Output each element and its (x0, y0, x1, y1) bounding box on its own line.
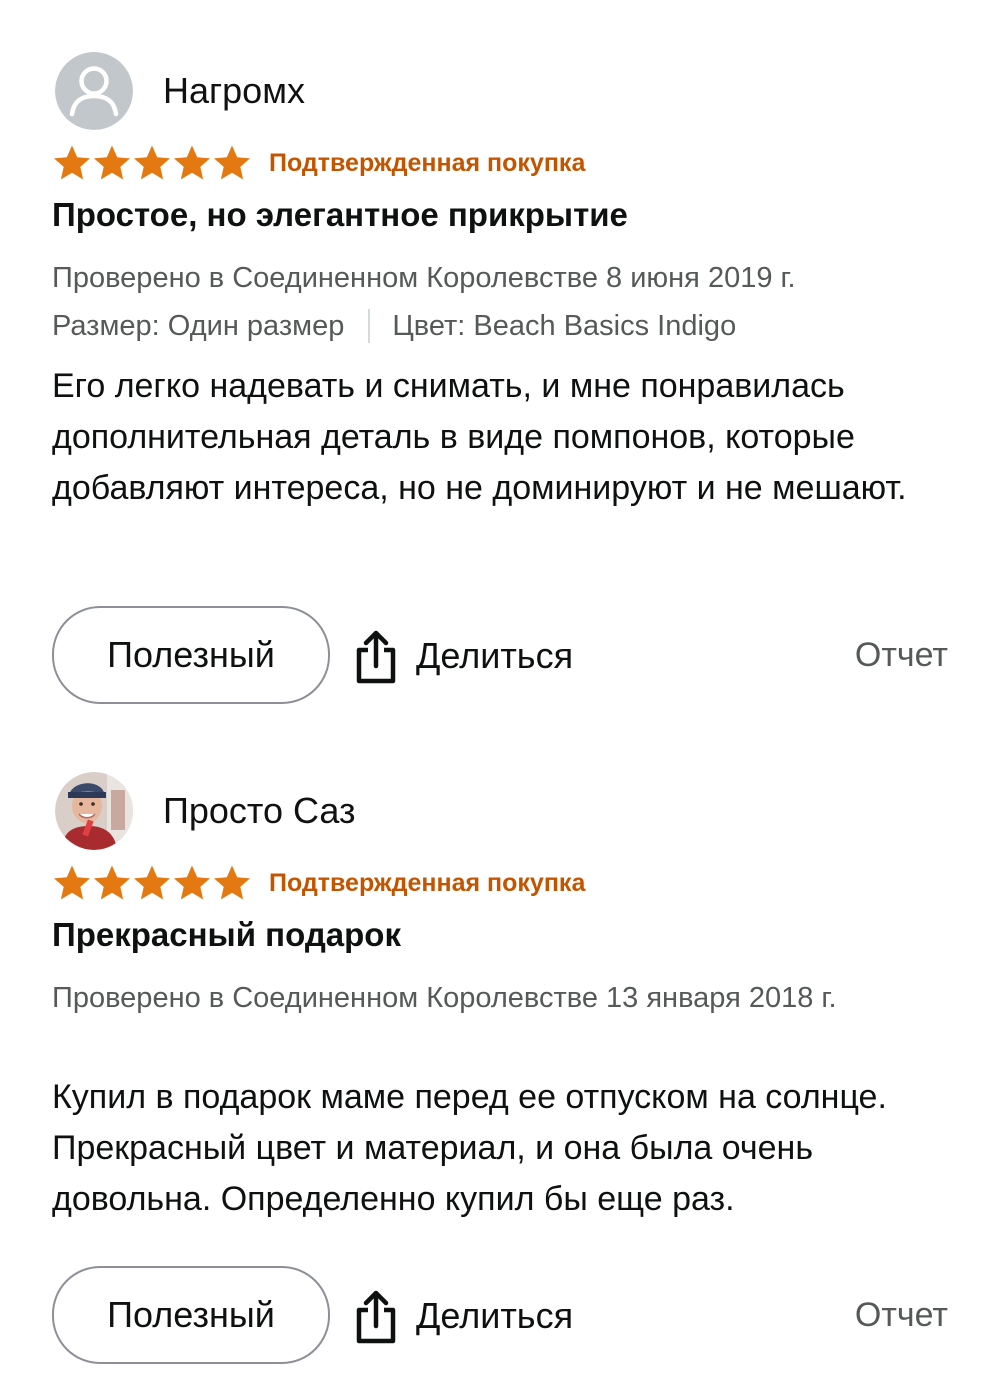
reviewer-name[interactable]: Нагромх (163, 70, 305, 112)
review-body: Его легко надевать и снимать, и мне понр… (52, 367, 907, 507)
star-icon (52, 143, 92, 183)
product-variant: Размер: Один размер Цвет: Beach Basics I… (52, 304, 736, 348)
report-link[interactable]: Отчет (855, 1296, 948, 1335)
default-avatar-icon (55, 52, 133, 130)
review-actions: Полезный Делиться Отчет (52, 1266, 948, 1364)
helpful-button[interactable]: Полезный (52, 606, 330, 704)
share-icon (354, 628, 398, 684)
review-date: Проверено в Соединенном Королевстве 13 я… (52, 982, 837, 1014)
star-icon (212, 143, 252, 183)
share-label: Делиться (416, 1295, 574, 1336)
share-button[interactable]: Делиться (354, 626, 573, 686)
star-rating[interactable] (52, 863, 252, 903)
review-title: Простое, но элегантное прикрытие (52, 196, 628, 233)
report-link[interactable]: Отчет (855, 636, 948, 675)
review-actions: Полезный Делиться Отчет (52, 606, 948, 704)
reviewer-profile[interactable]: Просто Саз (55, 771, 356, 851)
variant-color: Цвет: Beach Basics Indigo (392, 309, 737, 342)
review-body: Купил в подарок маме перед ее отпуском н… (52, 1078, 887, 1218)
star-icon (172, 143, 212, 183)
reviewer-profile[interactable]: Нагромх (55, 51, 305, 131)
star-icon (52, 863, 92, 903)
variant-size: Размер: Один размер (52, 309, 345, 342)
rating-row: Подтвержденная покупка (52, 140, 585, 186)
helpful-button[interactable]: Полезный (52, 1266, 330, 1364)
star-icon (132, 863, 172, 903)
share-label: Делиться (416, 635, 574, 676)
star-icon (92, 143, 132, 183)
star-icon (172, 863, 212, 903)
rating-row: Подтвержденная покупка (52, 860, 585, 906)
verified-purchase-badge: Подтвержденная покупка (269, 868, 586, 897)
star-icon (132, 143, 172, 183)
share-icon (354, 1288, 398, 1344)
verified-purchase-badge: Подтвержденная покупка (269, 148, 586, 177)
variant-divider (368, 309, 371, 343)
star-icon (92, 863, 132, 903)
review-title: Прекрасный подарок (52, 916, 401, 953)
star-rating[interactable] (52, 143, 252, 183)
share-button[interactable]: Делиться (354, 1286, 573, 1346)
reviewer-name[interactable]: Просто Саз (163, 790, 356, 832)
review-date: Проверено в Соединенном Королевстве 8 ию… (52, 262, 796, 294)
star-icon (212, 863, 252, 903)
user-photo-avatar (55, 772, 133, 850)
